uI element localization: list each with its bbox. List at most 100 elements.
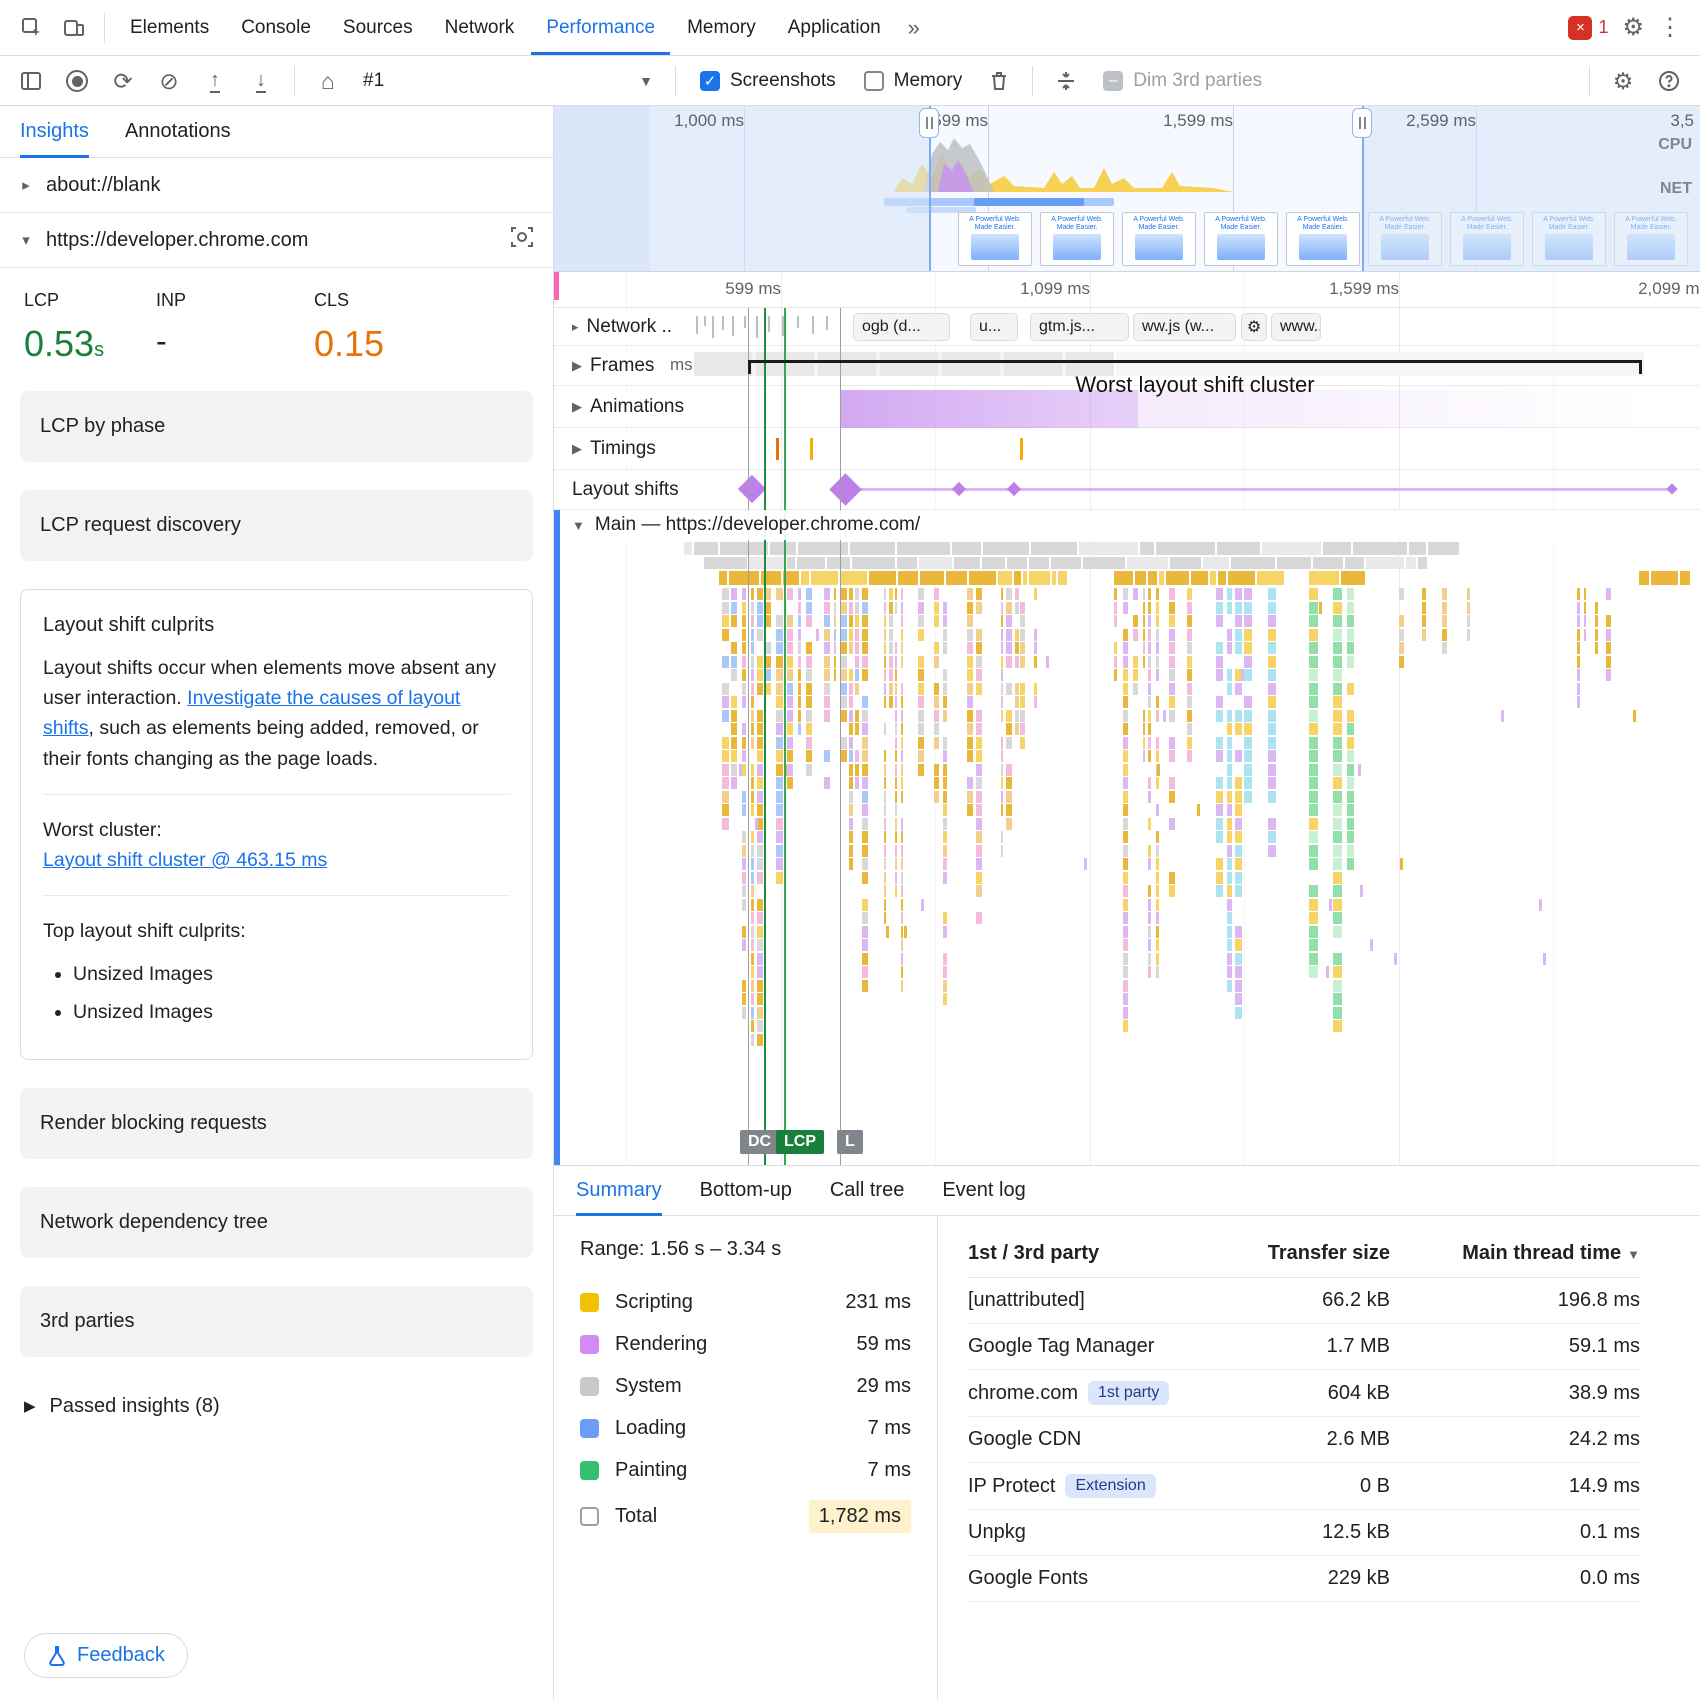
- main-track-header[interactable]: ▼ Main — https://developer.chrome.com/: [554, 510, 1700, 540]
- filmstrip-thumbnail[interactable]: A Powerful Web. Made Easier.: [1368, 212, 1442, 266]
- network-request-chip[interactable]: u...: [970, 313, 1018, 341]
- legend-value: 7 ms: [868, 1417, 911, 1440]
- tab-insights[interactable]: Insights: [20, 106, 89, 158]
- memory-checkbox[interactable]: Memory: [852, 70, 975, 92]
- filmstrip-thumbnail[interactable]: A Powerful Web. Made Easier.: [1614, 212, 1688, 266]
- navigation-row-site[interactable]: ▾ https://developer.chrome.com: [0, 213, 553, 268]
- tab-application[interactable]: Application: [773, 0, 896, 55]
- dim-icon: –: [1103, 71, 1123, 91]
- table-row[interactable]: Google Tag Manager 1.7 MB 59.1 ms: [968, 1324, 1640, 1370]
- tab-elements[interactable]: Elements: [115, 0, 224, 55]
- insight-card-render-blocking[interactable]: Render blocking requests: [20, 1088, 533, 1159]
- layout-shift-diamond[interactable]: [738, 475, 766, 503]
- reload-record-icon[interactable]: ⟳: [102, 62, 144, 100]
- core-web-vitals: LCP 0.53s INP - CLS 0.15: [0, 268, 553, 391]
- navigation-row-blank[interactable]: ▸ about://blank: [0, 158, 553, 213]
- col-transfer-size[interactable]: Transfer size: [1170, 1230, 1390, 1278]
- home-icon[interactable]: ⌂: [307, 62, 349, 100]
- settings-gear-icon[interactable]: ⚙: [1622, 13, 1644, 42]
- col-party[interactable]: 1st / 3rd party: [968, 1230, 1170, 1278]
- layout-shift-diamond[interactable]: [829, 473, 862, 506]
- capture-settings-gear-icon[interactable]: ⚙: [1602, 62, 1644, 100]
- timeline-detail[interactable]: 599 ms 1,099 ms 1,599 ms 2,099 ms ▸Netwo…: [554, 272, 1700, 1165]
- screenshots-checkbox[interactable]: ✓ Screenshots: [688, 70, 848, 92]
- tab-event-log[interactable]: Event log: [942, 1166, 1025, 1216]
- device-toolbar-icon[interactable]: [54, 8, 94, 48]
- gear-chip-icon[interactable]: ⚙: [1241, 313, 1267, 341]
- track-network[interactable]: ▸Network .. ogb (d... u... gtm.js... ww.…: [554, 308, 1700, 346]
- network-request-chip[interactable]: ogb (d...: [853, 313, 950, 341]
- help-icon[interactable]: [1648, 62, 1690, 100]
- dcl-badge[interactable]: DC: [740, 1130, 779, 1154]
- tab-network[interactable]: Network: [430, 0, 530, 55]
- metric-lcp[interactable]: LCP 0.53s: [24, 290, 156, 365]
- passed-insights-toggle[interactable]: ▶ Passed insights (8): [0, 1385, 553, 1428]
- lcp-badge[interactable]: LCP: [776, 1130, 824, 1154]
- table-row[interactable]: chrome.com1st party 604 kB 38.9 ms: [968, 1370, 1640, 1417]
- worst-cluster-label: Worst cluster:: [43, 815, 510, 845]
- dim-3rd-parties-toggle[interactable]: – Dim 3rd parties: [1091, 70, 1274, 92]
- table-row[interactable]: Google Fonts 229 kB 0.0 ms: [968, 1556, 1640, 1602]
- insight-card-layout-shift-culprits[interactable]: Layout shift culprits Layout shifts occu…: [20, 589, 533, 1060]
- metric-inp[interactable]: INP -: [156, 290, 314, 365]
- kebab-menu-icon[interactable]: ⋮: [1658, 13, 1682, 42]
- top-culprits-label: Top layout shift culprits:: [43, 916, 510, 946]
- timeline-overview[interactable]: 1,000 ms 599 ms 1,599 ms 2,599 ms 3,5 CP…: [554, 106, 1700, 272]
- worst-cluster-link[interactable]: Layout shift cluster @ 463.15 ms: [43, 849, 327, 871]
- tab-performance[interactable]: Performance: [531, 0, 670, 55]
- network-request-chip[interactable]: www...: [1271, 313, 1321, 341]
- insight-card-lcp-request-discovery[interactable]: LCP request discovery: [20, 490, 533, 561]
- col-main-thread-time[interactable]: Main thread time▼: [1390, 1230, 1640, 1278]
- tab-console[interactable]: Console: [226, 0, 326, 55]
- filmstrip-thumbnail[interactable]: A Powerful Web. Made Easier.: [1122, 212, 1196, 266]
- load-badge[interactable]: L: [837, 1130, 863, 1154]
- garbage-collect-icon[interactable]: [978, 62, 1020, 100]
- network-request-chip[interactable]: ww.js (w...: [1133, 313, 1236, 341]
- tab-summary[interactable]: Summary: [576, 1166, 662, 1216]
- layout-shift-diamond[interactable]: [1666, 483, 1677, 494]
- flame-chart[interactable]: [554, 540, 1700, 1145]
- filmstrip-thumbnail[interactable]: A Powerful Web. Made Easier.: [1040, 212, 1114, 266]
- metric-cls[interactable]: CLS 0.15: [314, 290, 472, 365]
- save-profile-icon[interactable]: ↓: [240, 62, 282, 100]
- track-timings[interactable]: ▶Timings: [554, 428, 1700, 470]
- table-row[interactable]: [unattributed] 66.2 kB 196.8 ms: [968, 1278, 1640, 1324]
- filmstrip-thumbnail[interactable]: A Powerful Web. Made Easier.: [1286, 212, 1360, 266]
- inspect-element-icon[interactable]: [12, 8, 52, 48]
- layout-shift-diamond[interactable]: [952, 482, 966, 496]
- insight-card-network-dependency-tree[interactable]: Network dependency tree: [20, 1187, 533, 1258]
- filmstrip-thumbnail[interactable]: A Powerful Web. Made Easier.: [958, 212, 1032, 266]
- track-layout-shifts[interactable]: Layout shifts: [554, 470, 1700, 510]
- tab-memory[interactable]: Memory: [672, 0, 771, 55]
- record-button[interactable]: [56, 62, 98, 100]
- timeline-panel: 1,000 ms 599 ms 1,599 ms 2,599 ms 3,5 CP…: [554, 106, 1700, 1700]
- tab-sources[interactable]: Sources: [328, 0, 428, 55]
- feedback-button[interactable]: Feedback: [24, 1633, 188, 1678]
- filmstrip-thumbnail[interactable]: A Powerful Web. Made Easier.: [1532, 212, 1606, 266]
- tab-annotations[interactable]: Annotations: [125, 106, 231, 158]
- insight-card-lcp-by-phase[interactable]: LCP by phase: [20, 391, 533, 462]
- toggle-panel-icon[interactable]: [10, 62, 52, 100]
- window-left-handle[interactable]: [929, 106, 931, 271]
- collapse-recording-icon[interactable]: [1045, 62, 1087, 100]
- history-select[interactable]: #1 ▼: [353, 63, 663, 99]
- table-row[interactable]: IP ProtectExtension 0 B 14.9 ms: [968, 1463, 1640, 1510]
- error-icon: ×: [1568, 16, 1592, 40]
- culprits-text-2: , such as elements being added, removed,…: [43, 717, 479, 769]
- filmstrip-thumbnail[interactable]: A Powerful Web. Made Easier.: [1204, 212, 1278, 266]
- details-bottom-panel: Summary Bottom-up Call tree Event log Ra…: [554, 1165, 1700, 1700]
- insight-card-3rd-parties[interactable]: 3rd parties: [20, 1286, 533, 1357]
- layout-shift-diamond[interactable]: [1007, 482, 1021, 496]
- filmstrip-thumbnail[interactable]: A Powerful Web. Made Easier.: [1450, 212, 1524, 266]
- network-request-chip[interactable]: gtm.js...: [1030, 313, 1129, 341]
- error-badge[interactable]: × 1: [1568, 16, 1608, 40]
- load-profile-icon[interactable]: ↑: [194, 62, 236, 100]
- screenshot-preview-icon[interactable]: [509, 224, 535, 256]
- table-row[interactable]: Google CDN 2.6 MB 24.2 ms: [968, 1417, 1640, 1463]
- table-row[interactable]: Unpkg 12.5 kB 0.1 ms: [968, 1510, 1640, 1556]
- window-right-handle[interactable]: [1362, 106, 1364, 271]
- tab-call-tree[interactable]: Call tree: [830, 1166, 904, 1216]
- tab-bottom-up[interactable]: Bottom-up: [700, 1166, 792, 1216]
- clear-icon[interactable]: ⊘: [148, 62, 190, 100]
- more-tabs-icon[interactable]: »: [898, 15, 930, 41]
